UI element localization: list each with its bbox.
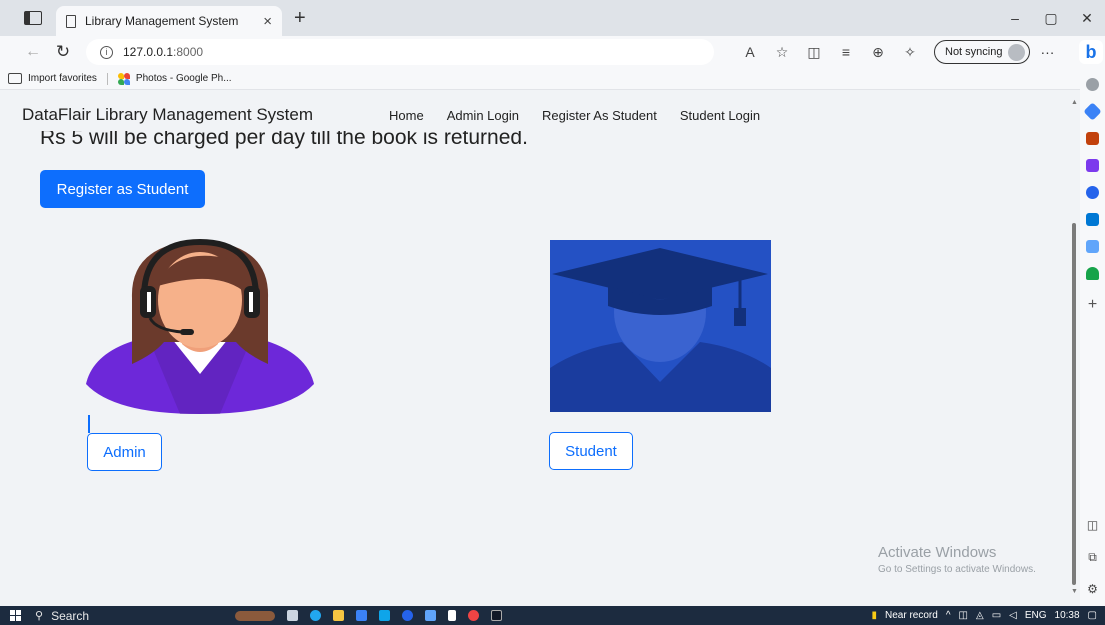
browser-toolbar: A ☆ ◫ ≡ ⊕ ✧ Not syncing ···	[734, 40, 1054, 64]
page-icon	[66, 14, 76, 28]
add-icon[interactable]: +	[1088, 296, 1097, 314]
onedrive-icon[interactable]: ◫	[959, 610, 968, 621]
weather-text[interactable]: Near record	[885, 610, 938, 621]
weather-widget-icon[interactable]	[235, 610, 275, 621]
back-arrow-icon[interactable]: ←	[18, 43, 48, 61]
store-icon[interactable]	[356, 610, 367, 621]
browser-tab-bar: Library Management System × + – ▢ ✕	[0, 0, 1105, 36]
task-view-icon[interactable]	[287, 610, 298, 621]
chrome-icon[interactable]	[468, 610, 479, 621]
people-icon[interactable]	[1086, 159, 1099, 172]
language-indicator[interactable]: ENG	[1025, 610, 1047, 621]
scroll-down-arrow-icon[interactable]: ▼	[1071, 588, 1078, 595]
new-tab-button[interactable]: +	[294, 7, 306, 30]
divider	[106, 72, 108, 85]
profile-sync-button[interactable]: Not syncing	[934, 40, 1031, 64]
scrollbar-thumb[interactable]	[1072, 223, 1076, 585]
activate-title: Activate Windows	[878, 544, 997, 561]
nav-links: Home Admin Login Register As Student Stu…	[389, 108, 783, 123]
page-scrollbar[interactable]: ▲ ▼	[1068, 91, 1080, 606]
battery-icon[interactable]: ▭	[992, 610, 1001, 621]
favorites-list-icon[interactable]: ≡	[830, 44, 862, 60]
mail-icon[interactable]	[379, 610, 390, 621]
tab-title: Library Management System	[85, 14, 239, 28]
tab-actions-icon[interactable]	[24, 11, 42, 25]
nav-register-student[interactable]: Register As Student	[542, 108, 657, 123]
favorite-import[interactable]: Import favorites	[28, 73, 97, 84]
tree-icon[interactable]	[1086, 267, 1099, 280]
folder-icon	[8, 73, 22, 84]
notepad-icon[interactable]	[448, 610, 456, 621]
edge-sidebar: + ◫ ⧉ ⚙	[1080, 68, 1105, 606]
search-icon[interactable]	[1086, 78, 1099, 91]
windows-start-icon[interactable]	[10, 610, 21, 621]
tag-icon[interactable]	[1083, 102, 1102, 121]
activate-windows-watermark: Activate Windows Go to Settings to activ…	[878, 544, 1036, 575]
google-photos-icon	[117, 72, 130, 85]
site-info-icon[interactable]: i	[100, 45, 113, 59]
minimize-button[interactable]: –	[997, 10, 1033, 26]
taskbar-apps	[235, 610, 514, 621]
weather-icon: ▮	[871, 610, 878, 621]
fine-notice: Rs 5 will be charged per day till the bo…	[40, 131, 528, 151]
page-viewport: DataFlair Library Management System Home…	[0, 91, 1080, 606]
sidebar-toggle-icon[interactable]: ◫	[1080, 518, 1105, 532]
taskbar-search[interactable]: ⚲ Search	[35, 609, 165, 623]
vscode-icon[interactable]	[425, 610, 436, 621]
student-button[interactable]: Student	[549, 432, 633, 470]
restore-button[interactable]: ▢	[1033, 10, 1069, 27]
activate-subtitle: Go to Settings to activate Windows.	[878, 564, 1036, 575]
nav-student-login[interactable]: Student Login	[680, 108, 760, 123]
address-bar-row: ← ↻ i 127.0.0.1:8000 A ☆ ◫ ≡ ⊕ ✧ Not syn…	[0, 36, 1105, 68]
register-student-button[interactable]: Register as Student	[40, 170, 205, 208]
read-aloud-icon[interactable]: A	[734, 44, 766, 60]
site-brand[interactable]: DataFlair Library Management System	[22, 105, 313, 125]
extensions-icon[interactable]: ✧	[894, 44, 926, 61]
briefcase-icon[interactable]	[1086, 132, 1099, 145]
favorite-photos[interactable]: Photos - Google Ph...	[136, 73, 232, 84]
admin-illustration	[86, 238, 314, 414]
fine-notice-text: Rs 5 will be charged per day till the bo…	[40, 131, 528, 149]
text-cursor	[88, 415, 90, 433]
system-tray: ▮ Near record ^ ◫ ◬ ▭ ◁ ENG 10:38 ▢	[872, 606, 1105, 625]
edge-icon[interactable]	[310, 610, 321, 621]
window-controls: – ▢ ✕	[997, 0, 1105, 36]
browser-tab[interactable]: Library Management System ×	[56, 6, 282, 36]
volume-icon[interactable]: ◁	[1009, 610, 1017, 621]
office-icon[interactable]	[1086, 186, 1099, 199]
split-screen-icon[interactable]: ◫	[798, 44, 830, 61]
url-input[interactable]: i 127.0.0.1:8000	[86, 39, 714, 65]
favorites-bar: Import favorites Photos - Google Ph...	[0, 68, 1080, 90]
network-icon[interactable]: ◬	[976, 610, 984, 621]
url-port: :8000	[173, 45, 204, 59]
student-illustration	[550, 240, 771, 412]
bing-copilot-icon[interactable]: b	[1079, 40, 1103, 64]
search-icon: ⚲	[35, 610, 44, 622]
collections-icon[interactable]: ⊕	[862, 44, 894, 61]
sync-label: Not syncing	[945, 46, 1003, 58]
send-icon[interactable]	[1086, 240, 1099, 253]
admin-button[interactable]: Admin	[87, 433, 162, 471]
favorite-star-icon[interactable]: ☆	[766, 44, 798, 61]
reload-icon[interactable]: ↻	[48, 42, 78, 62]
avatar	[1008, 43, 1026, 61]
url-host: 127.0.0.1	[123, 45, 174, 59]
notifications-icon[interactable]: ▢	[1088, 610, 1097, 621]
file-explorer-icon[interactable]	[333, 610, 344, 621]
nav-admin-login[interactable]: Admin Login	[447, 108, 519, 123]
more-options-icon[interactable]: ···	[1040, 44, 1054, 60]
scroll-up-arrow-icon[interactable]: ▲	[1071, 99, 1078, 106]
taskbar-search-label: Search	[51, 608, 90, 623]
windows-taskbar: ⚲ Search ▮ Near record ^ ◫ ◬ ▭ ◁ ENG 10:…	[0, 606, 1105, 625]
open-external-icon[interactable]: ⧉	[1080, 550, 1105, 565]
nav-home[interactable]: Home	[389, 108, 424, 123]
pycharm-icon[interactable]	[491, 610, 502, 621]
close-tab-icon[interactable]: ×	[263, 13, 272, 30]
close-window-button[interactable]: ✕	[1069, 10, 1105, 27]
outlook-icon[interactable]	[1086, 213, 1099, 226]
clock[interactable]: 10:38	[1055, 610, 1080, 621]
skype-icon[interactable]	[402, 610, 413, 621]
chevron-up-icon[interactable]: ^	[946, 610, 951, 621]
gear-icon[interactable]: ⚙	[1080, 582, 1105, 596]
